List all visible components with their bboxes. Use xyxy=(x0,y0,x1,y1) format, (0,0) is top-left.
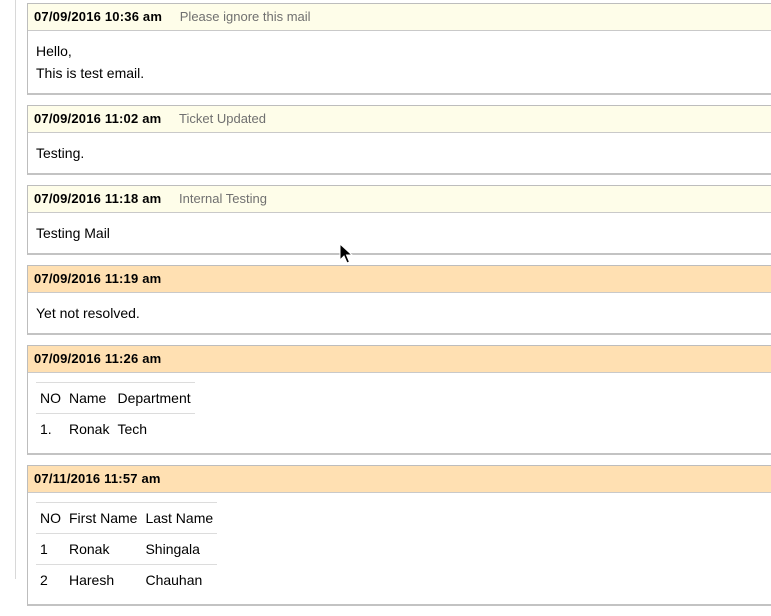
table-cell: Shingala xyxy=(141,533,218,565)
body-line: Testing Mail xyxy=(36,225,110,241)
table-cell: Ronak xyxy=(65,413,114,444)
entry-header: 07/09/2016 11:19 am xyxy=(28,266,771,293)
message-table: NO Name Department 1. Ronak Tech xyxy=(36,382,195,444)
entry-title: Ticket Updated xyxy=(179,111,266,126)
entry-body: Yet not resolved. xyxy=(28,293,771,333)
table-cell: Haresh xyxy=(65,564,142,595)
column-header: NO xyxy=(36,382,65,414)
message-table: NO First Name Last Name 1 Ronak Shingala… xyxy=(36,502,218,595)
column-header: Department xyxy=(113,382,195,414)
entry-body: Testing. xyxy=(28,133,771,173)
thread-entry: 07/09/2016 11:02 am Ticket Updated Testi… xyxy=(27,105,771,175)
column-header: Last Name xyxy=(141,502,218,534)
entry-title: Please ignore this mail xyxy=(179,9,311,24)
thread-entry: 07/09/2016 11:19 am Yet not resolved. xyxy=(27,265,771,335)
entry-date: 07/09/2016 11:26 am xyxy=(34,351,162,366)
table-cell: 1 xyxy=(36,533,65,565)
table-header-row: NO Name Department xyxy=(36,382,195,414)
thread-entry: 07/09/2016 11:26 am NO Name Department 1… xyxy=(27,345,771,455)
thread-entry: 07/11/2016 11:57 am NO First Name Last N… xyxy=(27,465,771,606)
entry-body: NO Name Department 1. Ronak Tech xyxy=(28,373,771,453)
mouse-cursor-icon xyxy=(339,243,353,264)
table-cell: 1. xyxy=(36,413,65,444)
table-cell: Ronak xyxy=(65,533,142,565)
column-header: Name xyxy=(65,382,114,414)
thread-entry: 07/09/2016 11:18 am Internal Testing Tes… xyxy=(27,185,771,255)
body-line: Testing. xyxy=(36,145,85,161)
table-cell: Tech xyxy=(113,413,195,444)
entry-title: Internal Testing xyxy=(179,191,267,206)
entry-date: 07/09/2016 11:19 am xyxy=(34,271,162,286)
thread-entry: 07/09/2016 10:36 am Please ignore this m… xyxy=(27,3,771,95)
table-cell: 2 xyxy=(36,564,65,595)
table-row: 1 Ronak Shingala xyxy=(36,533,218,565)
entry-body: Hello, This is test email. xyxy=(28,31,771,93)
table-row: 2 Haresh Chauhan xyxy=(36,564,218,595)
body-line: Yet not resolved. xyxy=(36,305,140,321)
column-header: NO xyxy=(36,502,65,534)
entry-date: 07/09/2016 10:36 am xyxy=(34,9,163,24)
table-header-row: NO First Name Last Name xyxy=(36,502,218,534)
entry-header: 07/11/2016 11:57 am xyxy=(28,466,771,493)
entry-date: 07/09/2016 11:18 am xyxy=(34,191,162,206)
table-cell: Chauhan xyxy=(141,564,218,595)
table-row: 1. Ronak Tech xyxy=(36,413,195,444)
body-line: This is test email. xyxy=(36,65,145,81)
entry-body: NO First Name Last Name 1 Ronak Shingala… xyxy=(28,493,771,604)
entry-header: 07/09/2016 11:26 am xyxy=(28,346,771,373)
entry-date: 07/11/2016 11:57 am xyxy=(34,471,161,486)
entry-date: 07/09/2016 11:02 am xyxy=(34,111,162,126)
left-border-line xyxy=(15,0,16,579)
ticket-thread: 07/09/2016 10:36 am Please ignore this m… xyxy=(27,3,771,616)
entry-header: 07/09/2016 11:02 am Ticket Updated xyxy=(28,106,771,133)
entry-body: Testing Mail xyxy=(28,213,771,253)
entry-header: 07/09/2016 10:36 am Please ignore this m… xyxy=(28,4,771,31)
body-line: Hello, xyxy=(36,43,72,59)
entry-header: 07/09/2016 11:18 am Internal Testing xyxy=(28,186,771,213)
column-header: First Name xyxy=(65,502,142,534)
